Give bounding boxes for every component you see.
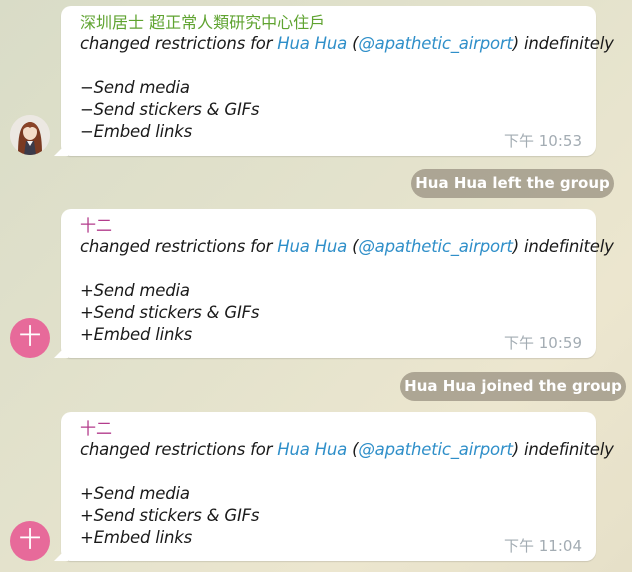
- user-name-link[interactable]: Hua Hua: [277, 440, 347, 459]
- message-time: 下午 11:04: [504, 537, 582, 555]
- message-time: 下午 10:53: [504, 132, 582, 150]
- action-text: changed restrictions for: [80, 237, 278, 256]
- sender-avatar-photo[interactable]: [10, 115, 50, 155]
- restriction-line: +Send stickers & GIFs: [80, 303, 260, 322]
- action-text: changed restrictions for: [80, 440, 278, 459]
- message-bubble[interactable]: 十二 changed restrictions for Hua Hua (@ap…: [54, 209, 614, 358]
- restriction-line: −Send stickers & GIFs: [80, 100, 260, 119]
- user-handle-link[interactable]: @apathetic_airport: [358, 440, 513, 459]
- restriction-summary: changed restrictions for Hua Hua (@apath…: [80, 34, 614, 53]
- suffix-text: indefinitely: [518, 237, 614, 256]
- sender-avatar[interactable]: 十: [10, 521, 50, 561]
- restriction-line: +Send media: [80, 281, 190, 300]
- service-message-left: Hua Hua left the group: [411, 169, 614, 198]
- sender-name[interactable]: 深圳居士 超正常人類研究中心住戶: [80, 14, 596, 33]
- sender-name[interactable]: 十二: [80, 217, 596, 236]
- bubble-tail: [54, 142, 68, 156]
- service-message-joined: Hua Hua joined the group: [400, 372, 626, 401]
- suffix-text: indefinitely: [518, 34, 614, 53]
- bubble-tail: [54, 547, 68, 561]
- anime-avatar-icon: [10, 115, 50, 155]
- restriction-summary: changed restrictions for Hua Hua (@apath…: [80, 237, 614, 256]
- bubble-tail: [54, 344, 68, 358]
- restriction-line: −Send media: [80, 78, 190, 97]
- restriction-line: +Send stickers & GIFs: [80, 506, 260, 525]
- sender-name[interactable]: 十二: [80, 420, 596, 439]
- message-time: 下午 10:59: [504, 334, 582, 352]
- sender-avatar[interactable]: 十: [10, 318, 50, 358]
- suffix-text: indefinitely: [518, 440, 614, 459]
- restriction-summary: changed restrictions for Hua Hua (@apath…: [80, 440, 614, 459]
- message-bubble[interactable]: 十二 changed restrictions for Hua Hua (@ap…: [54, 412, 614, 561]
- user-name-link[interactable]: Hua Hua: [277, 34, 347, 53]
- user-handle-link[interactable]: @apathetic_airport: [358, 237, 513, 256]
- user-handle-link[interactable]: @apathetic_airport: [358, 34, 513, 53]
- message-bubble[interactable]: 深圳居士 超正常人類研究中心住戶 changed restrictions fo…: [54, 6, 614, 156]
- action-text: changed restrictions for: [80, 34, 278, 53]
- restriction-line: +Send media: [80, 484, 190, 503]
- user-name-link[interactable]: Hua Hua: [277, 237, 347, 256]
